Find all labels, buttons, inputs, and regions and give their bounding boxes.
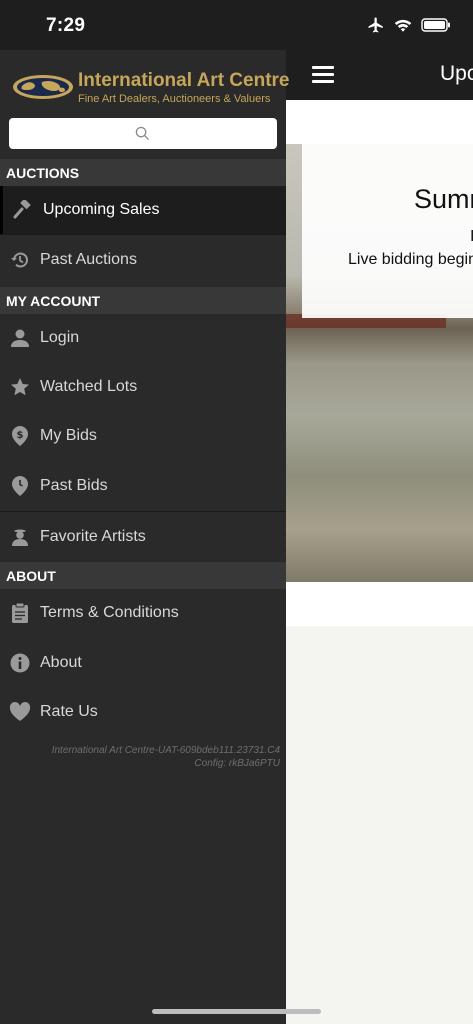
star-icon	[0, 377, 40, 397]
home-indicator[interactable]	[152, 1009, 321, 1014]
menu-item-watched-lots[interactable]: Watched Lots	[0, 363, 286, 411]
menu-item-login[interactable]: Login	[0, 314, 286, 362]
heart-icon	[0, 702, 40, 722]
status-time: 7:29	[46, 15, 86, 36]
user-icon	[0, 328, 40, 348]
logo-tagline: Fine Art Dealers, Auctioneers & Valuers	[78, 93, 271, 105]
menu-item-upcoming-sales[interactable]: Upcoming Sales	[0, 186, 286, 234]
version-build: International Art Centre-UAT-609bdeb111.…	[51, 745, 280, 756]
side-drawer: International Art Centre Fine Art Dealer…	[0, 50, 290, 1024]
menu-icon[interactable]	[312, 66, 334, 84]
divider	[0, 511, 286, 512]
airplane-icon	[368, 17, 383, 33]
menu-item-rate-us[interactable]: Rate Us	[0, 688, 286, 736]
artist-icon	[0, 527, 40, 547]
document-icon	[0, 602, 40, 624]
menu-item-about[interactable]: About	[0, 639, 286, 687]
menu-item-label: Upcoming Sales	[43, 201, 160, 218]
sale-footer	[286, 582, 473, 626]
info-icon	[0, 653, 40, 673]
tab-band	[286, 100, 473, 144]
menu-item-label: Terms & Conditions	[40, 604, 179, 621]
section-auctions: AUCTIONS	[0, 159, 286, 186]
menu-item-favorite-artists[interactable]: Favorite Artists	[0, 513, 286, 561]
wifi-icon	[394, 19, 412, 32]
svg-text:$: $	[17, 430, 24, 441]
version-config: Config: rkBJa6PTU	[194, 758, 280, 769]
sale-title: Summer	[414, 184, 473, 214]
status-icons	[367, 16, 451, 34]
sale-banner[interactable]: Summer I Live bidding begins	[286, 144, 473, 582]
logo: International Art Centre Fine Art Dealer…	[12, 70, 290, 110]
search-icon	[135, 126, 150, 141]
section-about: ABOUT	[0, 562, 286, 589]
main-topbar: Upcoming Sales	[286, 50, 473, 100]
menu-item-my-bids[interactable]: $ My Bids	[0, 412, 286, 460]
section-my-account: MY ACCOUNT	[0, 287, 286, 314]
status-bar: 7:29	[0, 0, 473, 50]
globe-logo-icon	[13, 75, 73, 99]
menu-item-label: Watched Lots	[40, 378, 138, 395]
menu-item-label: Login	[40, 329, 80, 346]
menu-item-label: Rate Us	[40, 703, 98, 720]
gavel-icon	[3, 200, 43, 220]
divider	[0, 234, 286, 235]
menu-item-past-bids[interactable]: Past Bids	[0, 462, 286, 510]
menu-item-label: My Bids	[40, 427, 97, 444]
sale-card: Summer I Live bidding begins	[302, 144, 473, 318]
page-title: Upcoming Sales	[440, 62, 473, 85]
history-icon	[0, 250, 40, 270]
menu-item-label: About	[40, 654, 82, 671]
search-input[interactable]	[9, 118, 277, 149]
logo-name: International Art Centre	[78, 70, 290, 91]
menu-item-label: Past Auctions	[40, 251, 137, 268]
battery-icon	[421, 18, 450, 32]
main-panel: Upcoming Sales Summer I Live bidding beg…	[286, 50, 473, 1024]
menu-item-past-auctions[interactable]: Past Auctions	[0, 236, 286, 284]
dollar-pin-icon: $	[0, 425, 40, 447]
menu-item-label: Past Bids	[40, 477, 108, 494]
version-info: International Art Centre-UAT-609bdeb111.…	[0, 744, 280, 770]
clock-pin-icon	[0, 475, 40, 497]
menu-item-terms[interactable]: Terms & Conditions	[0, 589, 286, 637]
sale-bidding-info: Live bidding begins	[348, 251, 473, 268]
menu-item-label: Favorite Artists	[40, 528, 146, 545]
